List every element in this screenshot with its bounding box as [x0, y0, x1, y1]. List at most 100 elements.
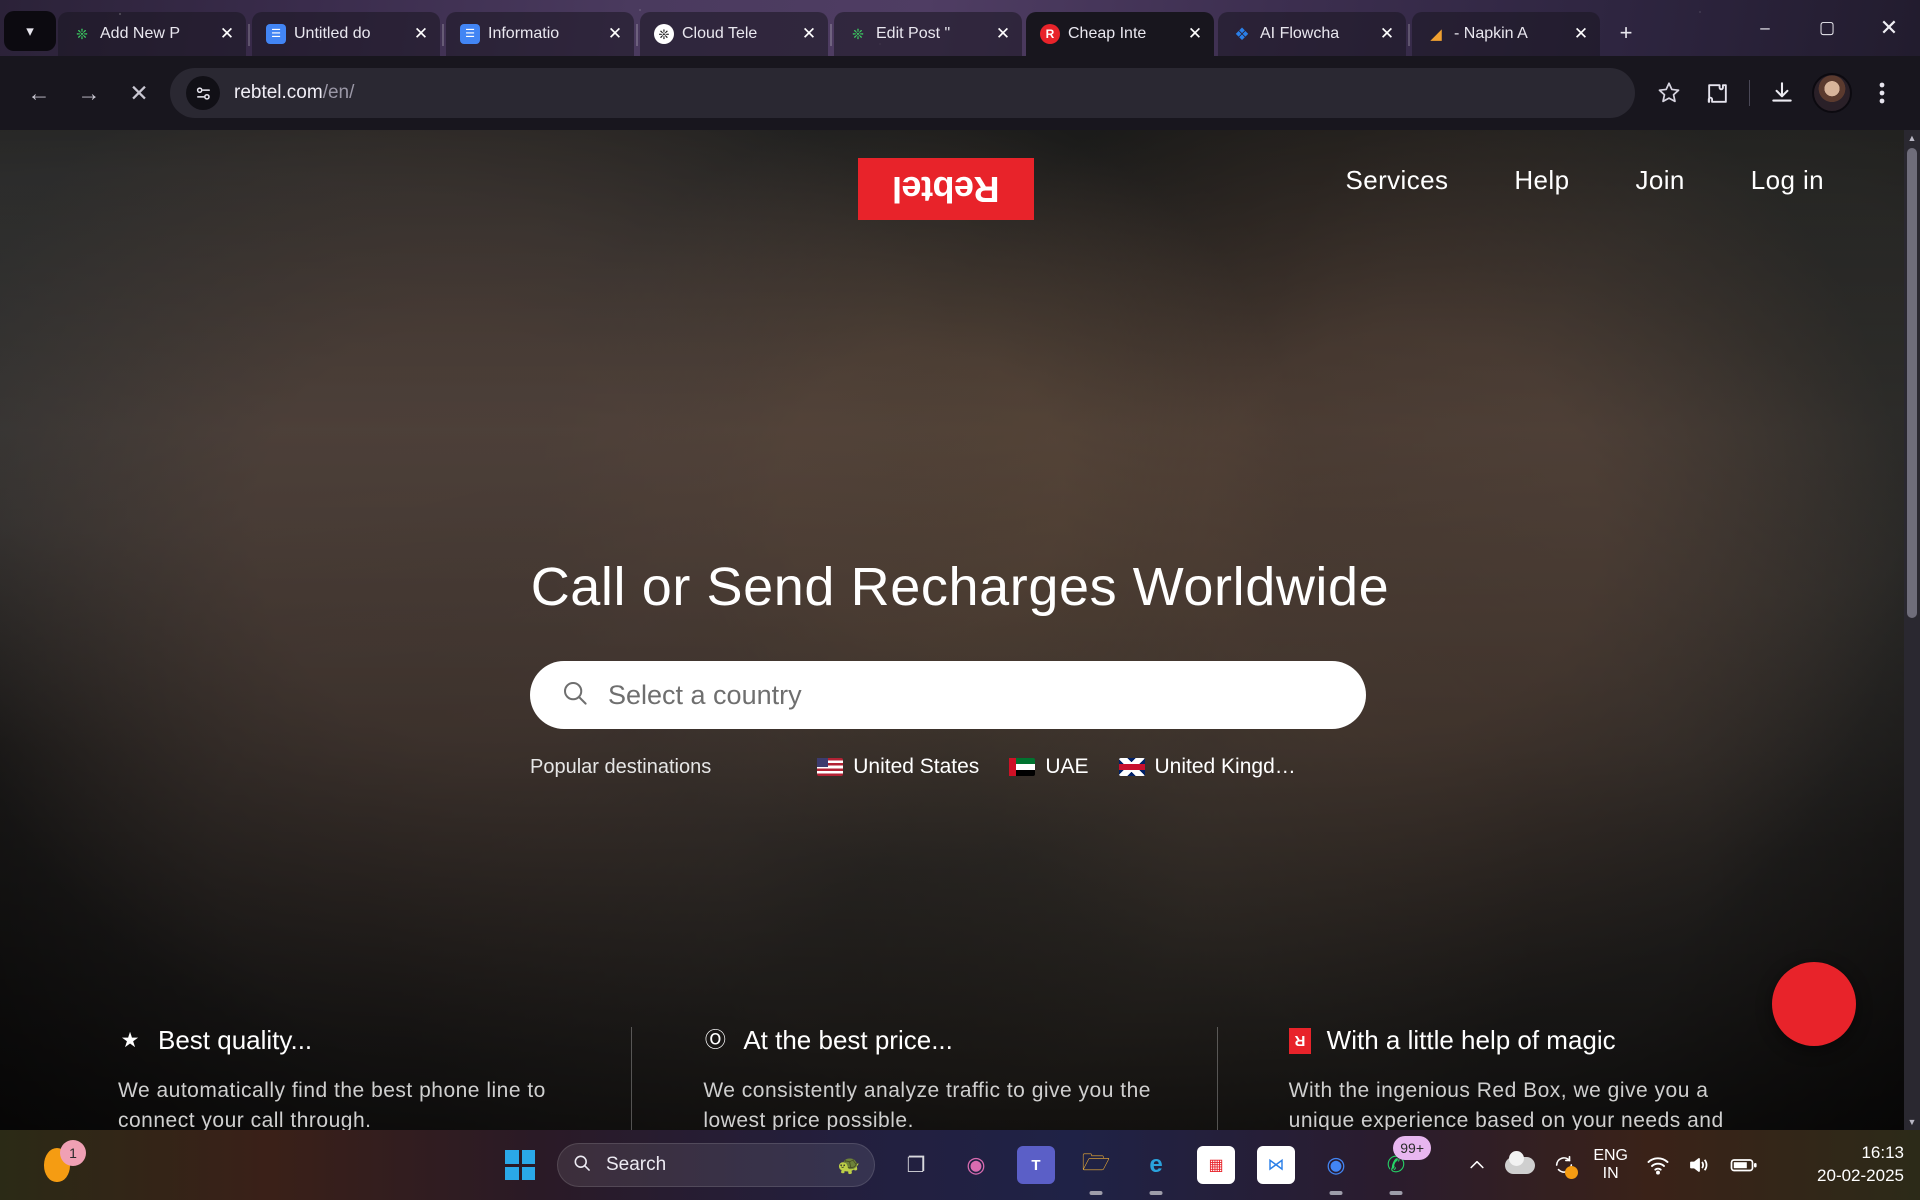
browser-tab[interactable]: ☰ Informatio ✕ [446, 12, 634, 56]
nav-item-login[interactable]: Log in [1751, 165, 1824, 196]
windows-logo-icon[interactable] [505, 1150, 535, 1180]
destination-united-states[interactable]: United States [817, 755, 979, 779]
url-text: rebtel.com/en/ [234, 82, 354, 104]
chevron-up-icon[interactable] [1467, 1155, 1487, 1175]
destination-uae[interactable]: UAE [1009, 755, 1089, 779]
scroll-down-arrow-icon[interactable]: ▼ [1904, 1114, 1920, 1130]
clock-time: 16:13 [1861, 1143, 1904, 1163]
copilot-notification-icon[interactable]: 1 [44, 1140, 86, 1182]
close-icon[interactable]: ✕ [602, 21, 628, 47]
maximize-button[interactable]: ▢ [1796, 0, 1858, 56]
nav-item-help[interactable]: Help [1514, 165, 1569, 196]
taskbar-left-group: 1 [44, 1140, 86, 1182]
feature-heading: Ⓞ At the best price... [703, 1025, 1156, 1056]
puzzle-icon[interactable] [1693, 69, 1741, 117]
tab-title: Cloud Tele [682, 25, 758, 42]
spiral-icon: ❖ [1234, 24, 1250, 44]
window-controls: – ▢ ✕ [1734, 0, 1920, 56]
tab-search-chevron-down-icon[interactable]: ▾ [4, 11, 56, 51]
browser-tab-active[interactable]: R Cheap Inte ✕ [1026, 12, 1214, 56]
clock[interactable]: 16:13 20-02-2025 [1776, 1142, 1904, 1188]
browser-toolbar: ← → ✕ rebtel.com/en/ [0, 56, 1920, 130]
browser-tab[interactable]: ☰ Untitled do ✕ [252, 12, 440, 56]
sync-icon[interactable] [1553, 1154, 1579, 1179]
close-window-button[interactable]: ✕ [1858, 0, 1920, 56]
tab-divider [442, 24, 444, 46]
star-icon[interactable] [1645, 69, 1693, 117]
feature-columns: ★ Best quality... We automatically find … [0, 1025, 1920, 1130]
three-dot-menu-icon[interactable] [1858, 69, 1906, 117]
google-docs-icon: ☰ [266, 24, 286, 44]
close-icon[interactable]: ✕ [1568, 21, 1594, 47]
feature-title: Best quality... [158, 1025, 313, 1055]
download-icon[interactable] [1758, 69, 1806, 117]
url-domain: rebtel.com [234, 82, 323, 103]
openai-icon: ❊ [654, 24, 674, 44]
address-bar[interactable]: rebtel.com/en/ [170, 68, 1635, 118]
windows-taskbar: 1 Search 🐢 ❐ ◉ T 🗁 e ▦ ⋈ ◉ ✆ 99+ ENG IN … [0, 1130, 1920, 1200]
floating-record-button[interactable] [1772, 962, 1856, 1046]
site-settings-icon[interactable] [186, 76, 220, 110]
rebtel-logo[interactable]: Rebtel [858, 158, 1034, 220]
page-scrollbar[interactable]: ▲ ▼ [1904, 130, 1920, 1130]
cloud-icon[interactable] [1505, 1150, 1536, 1174]
close-icon[interactable]: ✕ [214, 21, 240, 47]
feature-title: At the best price... [743, 1025, 953, 1055]
scroll-up-arrow-icon[interactable]: ▲ [1904, 130, 1920, 146]
feature-best-price: Ⓞ At the best price... We consistently a… [631, 1025, 1216, 1130]
language-indicator[interactable]: ENG IN [1593, 1147, 1628, 1183]
browser-tab[interactable]: ❊ Add New P ✕ [58, 12, 246, 56]
close-icon[interactable]: ✕ [408, 21, 434, 47]
nav-item-services[interactable]: Services [1345, 165, 1448, 196]
feature-best-quality: ★ Best quality... We automatically find … [118, 1025, 631, 1130]
language-line2: IN [1602, 1165, 1619, 1182]
file-explorer-icon[interactable]: 🗁 [1077, 1146, 1115, 1184]
destination-united-kingdom[interactable]: United Kingd… [1118, 755, 1296, 779]
speaker-icon[interactable] [1688, 1155, 1712, 1175]
browser-tab[interactable]: ❖ AI Flowcha ✕ [1218, 12, 1406, 56]
close-icon[interactable]: ✕ [990, 21, 1016, 47]
browser-tab[interactable]: ❊ Edit Post " ✕ [834, 12, 1022, 56]
close-icon[interactable]: ✕ [1374, 21, 1400, 47]
browser-tab[interactable]: ◢ - Napkin A ✕ [1412, 12, 1600, 56]
tab-divider [830, 24, 832, 46]
hero-overlay [0, 130, 1920, 1130]
destination-list: United States UAE United Kingd… [817, 755, 1296, 779]
close-icon[interactable]: ✕ [1182, 21, 1208, 47]
forward-arrow-icon[interactable]: → [64, 68, 114, 118]
feature-body: With the ingenious Red Box, we give you … [1288, 1079, 1724, 1130]
feature-body: We consistently analyze traffic to give … [703, 1079, 1151, 1130]
microsoft-edge-icon[interactable]: e [1137, 1146, 1175, 1184]
country-search-box[interactable]: Select a country [530, 661, 1366, 729]
tab-divider [636, 24, 638, 46]
popular-destinations: Popular destinations United States UAE U… [530, 755, 1390, 779]
paw-icon: ❊ [76, 26, 88, 42]
minimize-button[interactable]: – [1734, 0, 1796, 56]
close-icon[interactable]: ✕ [796, 21, 822, 47]
microsoft-store-icon[interactable]: ▦ [1197, 1146, 1235, 1184]
wifi-icon[interactable] [1646, 1155, 1670, 1175]
new-tab-button[interactable]: + [1606, 13, 1646, 53]
taskbar-search-box[interactable]: Search 🐢 [557, 1143, 875, 1187]
destination-label: UAE [1045, 755, 1089, 778]
search-input[interactable]: Select a country [608, 680, 802, 711]
browser-tab[interactable]: ❊ Cloud Tele ✕ [640, 12, 828, 56]
microsoft-teams-icon[interactable]: T [1017, 1146, 1055, 1184]
app-icon[interactable]: ⋈ [1257, 1146, 1295, 1184]
nav-item-join[interactable]: Join [1635, 165, 1684, 196]
tab-title: AI Flowcha [1260, 25, 1340, 42]
back-arrow-icon[interactable]: ← [14, 68, 64, 118]
whatsapp-icon[interactable]: ✆ 99+ [1377, 1136, 1431, 1184]
tab-divider [1408, 24, 1410, 46]
google-chrome-icon[interactable]: ◉ [1317, 1146, 1355, 1184]
stop-loading-icon[interactable]: ✕ [114, 68, 164, 118]
notification-badge: 1 [60, 1140, 86, 1166]
task-view-icon[interactable]: ❐ [897, 1146, 935, 1184]
destination-label: United States [853, 755, 980, 778]
taskbar-search-input[interactable]: Search [606, 1154, 824, 1176]
scrollbar-thumb[interactable] [1907, 148, 1917, 618]
copilot-icon[interactable]: ◉ [957, 1146, 995, 1184]
battery-icon[interactable] [1730, 1156, 1758, 1174]
profile-avatar[interactable] [1812, 73, 1852, 113]
popular-destinations-label: Popular destinations [530, 755, 712, 778]
